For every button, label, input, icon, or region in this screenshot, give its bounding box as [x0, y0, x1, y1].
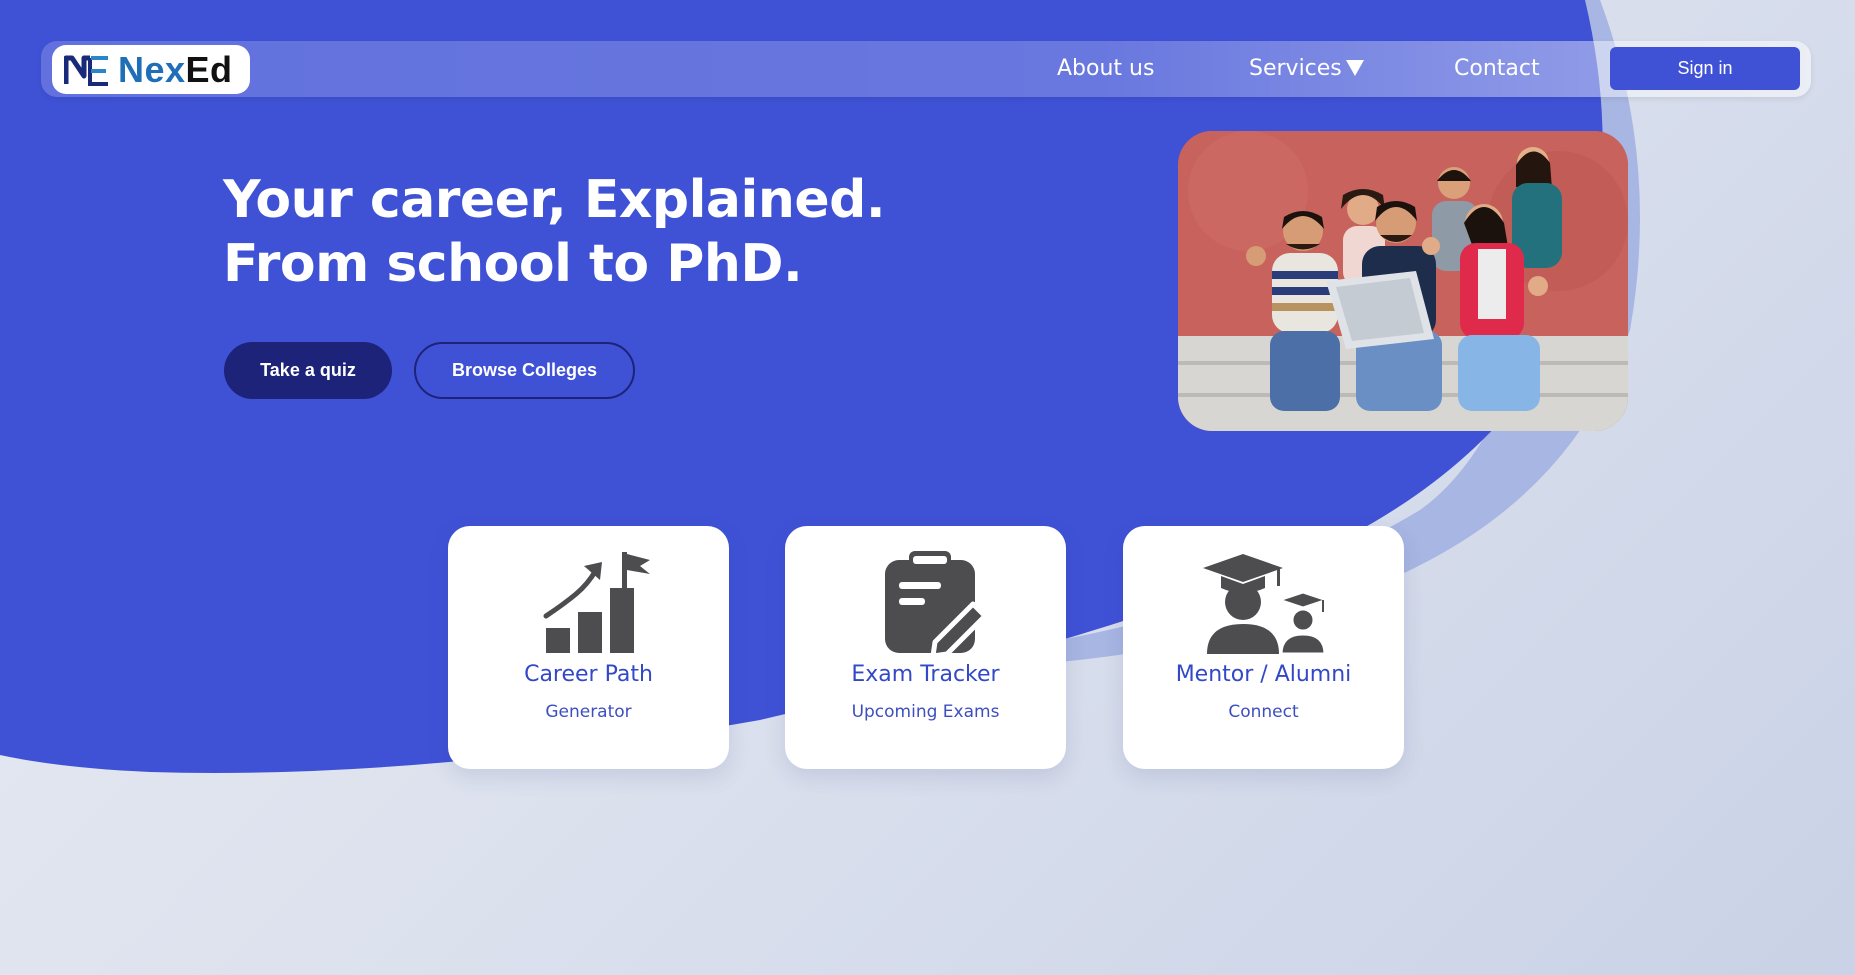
card-subtitle: Connect: [1228, 702, 1299, 722]
hero-headline-line2: From school to PhD.: [223, 234, 803, 294]
hero-students-photo: [1178, 131, 1628, 431]
nav-link-about[interactable]: About us: [1057, 51, 1154, 87]
card-title: Mentor / Alumni: [1175, 662, 1352, 687]
card-subtitle: Upcoming Exams: [851, 702, 1000, 722]
clipboard-pen-icon: [884, 551, 987, 654]
hero-headline-line1: Your career, Explained.: [223, 170, 886, 230]
card-subtitle: Generator: [545, 702, 632, 722]
brand-logo[interactable]: NexEd: [52, 45, 250, 94]
take-quiz-button[interactable]: Take a quiz: [224, 342, 392, 399]
card-title: Career Path: [524, 662, 653, 687]
card-title: Exam Tracker: [851, 662, 1000, 687]
nav-link-services[interactable]: Services: [1249, 51, 1364, 87]
chart-growth-flag-icon: [543, 552, 650, 653]
card-mentor-alumni[interactable]: Mentor / Alumni Connect: [1123, 526, 1404, 769]
graduates-icon: [1202, 554, 1329, 654]
card-exam-tracker[interactable]: Exam Tracker Upcoming Exams: [785, 526, 1066, 769]
nav-services-label: Services: [1249, 56, 1342, 81]
browse-colleges-button[interactable]: Browse Colleges: [414, 342, 635, 399]
ne-monogram-icon: [64, 55, 108, 86]
brand-name-part1: Nex: [118, 48, 186, 90]
top-navbar: NexEd About us Services Contact Sign in: [41, 41, 1811, 97]
hero-headline: Your career, Explained. From school to P…: [223, 168, 886, 296]
nav-link-contact[interactable]: Contact: [1454, 51, 1540, 87]
triangle-down-icon: [1345, 60, 1364, 76]
sign-in-button[interactable]: Sign in: [1610, 47, 1800, 90]
card-career-path[interactable]: Career Path Generator: [448, 526, 729, 769]
brand-name-part2: Ed: [185, 48, 233, 90]
brand-name: NexEd: [118, 48, 233, 90]
